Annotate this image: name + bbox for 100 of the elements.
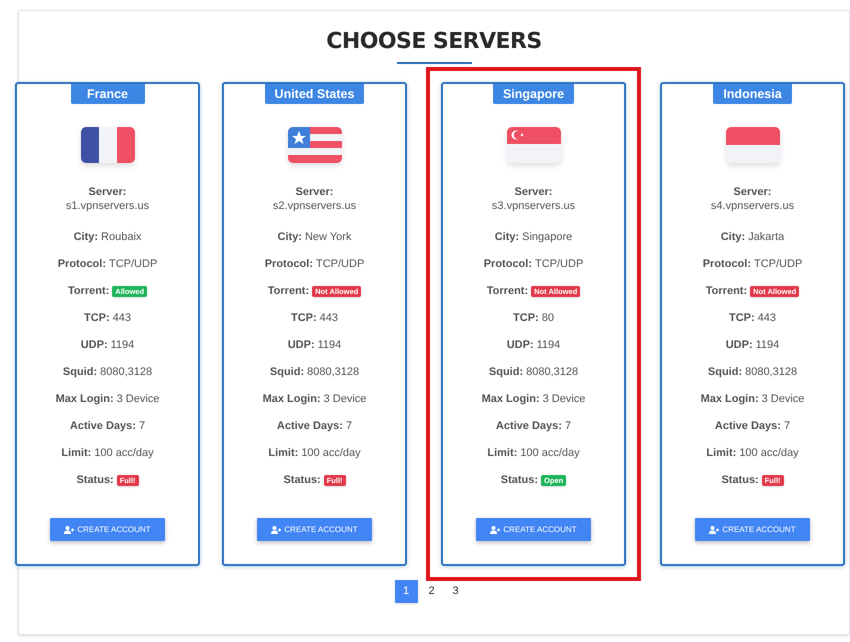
country-label: France [70,84,144,104]
field-value: TCP/UDP [535,257,584,272]
field-label: UDP: [506,338,534,353]
field-value: 1194 [536,338,560,353]
field-label: Torrent: [268,284,310,299]
field-value: 100 acc/day [301,446,361,461]
field-label: Active Days: [70,419,136,434]
create-account-button[interactable]: CREATE ACCOUNT [695,518,810,541]
page-title: CHOOSE SERVERS [326,31,542,53]
field-value: 443 [320,311,338,326]
field-label: Limit: [268,446,298,461]
field-value: 80 [542,311,554,326]
field-value: 100 acc/day [520,446,580,461]
create-account-button[interactable]: CREATE ACCOUNT [257,518,372,541]
add-user-icon [64,526,76,534]
field-value: 7 [784,419,790,434]
field-label: City: [278,230,302,245]
add-user-icon [709,526,720,534]
field-value: s1.vpnservers.us [66,199,150,213]
field-label: Max Login: [56,392,114,407]
field-value: 8080,3128 [100,365,152,380]
create-account-button[interactable]: CREATE ACCOUNT [50,518,165,541]
field-value: 3 Device [324,392,366,407]
field-label: UDP: [726,338,753,353]
field-label: Max Login: [482,392,540,407]
field-value: Singapore [522,230,572,245]
field-value: 8080,3128 [745,365,798,380]
field-label: Server: [734,185,772,199]
field-label: Protocol: [58,257,106,272]
field-label: Protocol: [702,257,751,272]
field-value: s4.vpnservers.us [710,199,794,213]
field-value: 1194 [756,338,780,353]
flag-icon [506,127,560,163]
field-value: 443 [112,311,132,326]
field-value: s2.vpnservers.us [272,199,356,213]
flag-icon [288,127,342,163]
field-value: s3.vpnservers.us [492,199,576,213]
field-label: TCP: [728,311,755,326]
field-label: Server: [296,185,334,199]
field-label: Torrent: [486,284,528,299]
field-label: Status: [283,473,321,488]
field-label: City: [494,230,520,245]
field-value: TCP/UDP [754,257,802,272]
field-label: City: [74,230,98,245]
field-label: Protocol: [484,257,532,272]
field-label: Status: [500,473,538,488]
field-value: 3 Device [542,392,586,407]
field-label: Squid: [270,365,304,380]
field-value: 100 acc/day [94,446,154,461]
field-value: 1194 [110,338,134,353]
field-value: 3 Device [116,392,160,407]
field-label: TCP: [513,311,539,326]
field-label: UDP: [288,338,315,353]
field-label: Active Days: [714,419,781,434]
field-value: 7 [138,419,146,434]
add-user-icon [271,526,282,534]
field-value: 443 [758,311,776,326]
field-label: TCP: [84,311,110,326]
field-value: 8080,3128 [307,365,360,380]
field-label: Torrent: [706,284,748,299]
country-label: United States [264,84,364,104]
field-label: Squid: [488,365,524,380]
field-label: Status: [76,473,114,488]
field-label: Limit: [487,446,518,461]
add-user-icon [490,526,502,534]
flag-icon [80,127,134,163]
field-value: 8080,3128 [526,365,578,380]
field-value: Jakarta [748,230,784,245]
field-label: Server: [514,185,552,199]
field-value: 7 [346,419,352,434]
field-label: Limit: [61,446,92,461]
field-label: Active Days: [496,419,562,434]
field-label: UDP: [80,338,108,353]
field-label: Server: [88,185,126,199]
field-label: Squid: [62,365,98,380]
page-link[interactable]: 2 [422,580,442,603]
field-value: Roubaix [101,230,142,245]
field-value: 100 acc/day [739,446,799,461]
flag-icon [726,127,780,163]
field-label: City: [720,230,746,245]
field-label: Status: [721,473,759,488]
field-label: Limit: [706,446,736,461]
field-value: New York [304,230,352,245]
field-label: Squid: [708,365,742,380]
field-value: TCP/UDP [316,257,364,272]
page-link[interactable]: 1 [394,580,418,603]
page-link[interactable]: 3 [446,580,466,603]
field-value: TCP/UDP [109,257,158,272]
country-label: Indonesia [713,84,792,104]
country-label: Singapore [492,84,574,104]
field-label: Torrent: [68,284,110,299]
create-account-button[interactable]: CREATE ACCOUNT [476,518,591,541]
field-value: 3 Device [762,392,804,407]
field-label: TCP: [290,311,317,326]
field-label: Max Login: [700,392,759,407]
field-value: 7 [564,419,572,434]
field-label: Active Days: [276,419,343,434]
field-value: 1194 [318,338,342,353]
field-label: Protocol: [264,257,313,272]
field-label: Max Login: [262,392,321,407]
